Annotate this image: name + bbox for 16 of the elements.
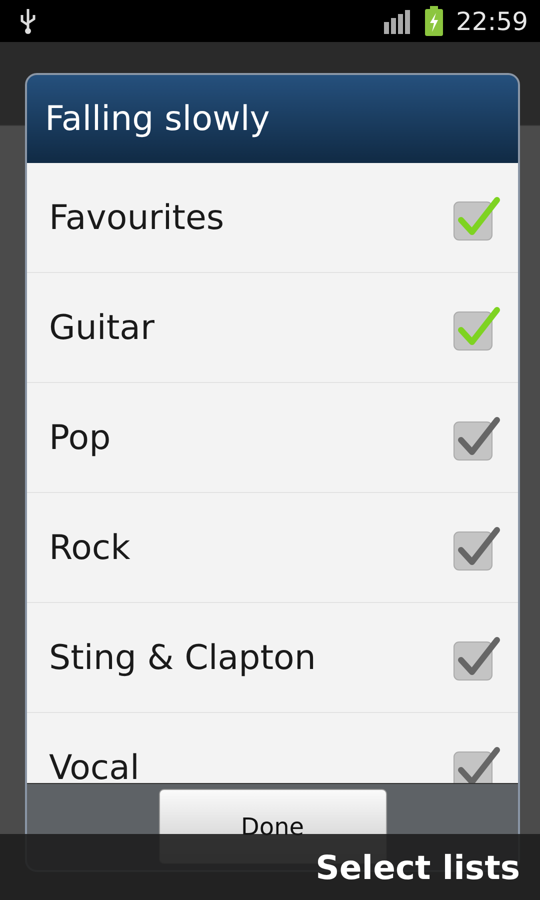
list-item[interactable]: Rock <box>27 493 518 603</box>
list-item[interactable]: Favourites <box>27 163 518 273</box>
list-item[interactable]: Guitar <box>27 273 518 383</box>
battery-icon <box>424 6 444 36</box>
item-label: Pop <box>49 418 112 458</box>
dialog-title: Falling slowly <box>27 75 518 163</box>
item-label: Rock <box>49 528 132 568</box>
list-item[interactable]: Sting & Clapton <box>27 603 518 713</box>
usb-icon <box>18 7 38 35</box>
clock-time: 22:59 <box>456 6 528 36</box>
signal-icon <box>384 8 412 34</box>
item-label: Favourites <box>49 198 226 238</box>
item-label: Vocal <box>49 748 140 783</box>
item-label: Guitar <box>49 308 156 348</box>
list-item[interactable]: Pop <box>27 383 518 493</box>
item-label: Sting & Clapton <box>49 638 317 678</box>
